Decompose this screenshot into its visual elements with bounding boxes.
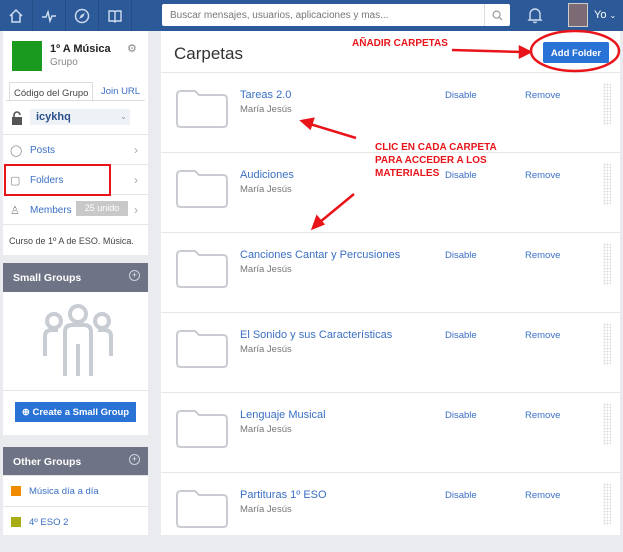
- other-groups-title: Other Groups: [13, 456, 82, 468]
- drag-handle-icon[interactable]: [603, 403, 611, 445]
- folder-icon[interactable]: [175, 89, 229, 129]
- folder-owner: María Jesús: [240, 344, 292, 355]
- group-name: 1º A Música: [50, 43, 111, 55]
- plus-circle-icon: ⊕: [21, 407, 33, 418]
- small-groups-panel: Small Groups + ⊕ Create a Small Group: [3, 263, 148, 435]
- home-icon[interactable]: [0, 0, 33, 31]
- remove-button[interactable]: Remove: [525, 90, 560, 101]
- remove-button[interactable]: Remove: [525, 330, 560, 341]
- folder-row[interactable]: Partituras 1º ESO María Jesús Disable Re…: [161, 472, 620, 552]
- members-count-badge: 25 unido: [76, 201, 128, 216]
- folder-name-link[interactable]: Lenguaje Musical: [240, 409, 326, 421]
- folder-owner: María Jesús: [240, 504, 292, 515]
- folder-owner: María Jesús: [240, 264, 292, 275]
- folder-row[interactable]: Canciones Cantar y Percusiones María Jes…: [161, 232, 620, 312]
- search-input[interactable]: Buscar mensajes, usuarios, aplicaciones …: [162, 4, 510, 26]
- user-menu[interactable]: Yo ⌄: [594, 9, 616, 21]
- drag-handle-icon[interactable]: [603, 243, 611, 285]
- folder-name-link[interactable]: Audiciones: [240, 169, 294, 181]
- folder-name-link[interactable]: Partituras 1º ESO: [240, 489, 327, 501]
- user-name: Yo: [594, 9, 607, 21]
- sidebar-item-posts[interactable]: ◯ Posts ›: [3, 134, 148, 164]
- code-tabs: Código del Grupo Join URL: [6, 82, 145, 102]
- chevron-right-icon: ›: [134, 203, 138, 217]
- folder-owner: María Jesús: [240, 104, 292, 115]
- other-groups-panel: Other Groups + Música día a día 4º ESO 2: [3, 447, 148, 535]
- add-folder-button[interactable]: Add Folder: [543, 42, 609, 63]
- disable-button[interactable]: Disable: [445, 490, 477, 501]
- disable-button[interactable]: Disable: [445, 330, 477, 341]
- annotation-add-folders: AÑADIR CARPETAS: [352, 38, 448, 49]
- search-icon[interactable]: [484, 4, 510, 26]
- avatar[interactable]: [568, 3, 588, 27]
- page-title: Carpetas: [174, 44, 243, 63]
- book-icon[interactable]: [99, 0, 132, 31]
- disable-button[interactable]: Disable: [445, 250, 477, 261]
- folder-icon[interactable]: [175, 489, 229, 529]
- chevron-down-icon[interactable]: ⌄: [117, 109, 130, 125]
- create-small-group-button[interactable]: ⊕ Create a Small Group: [15, 402, 136, 422]
- lock-icon: [11, 111, 23, 128]
- bell-icon[interactable]: [527, 6, 543, 27]
- small-groups-title: Small Groups: [13, 272, 82, 284]
- members-icon: ♙: [10, 205, 20, 217]
- drag-handle-icon[interactable]: [603, 483, 611, 525]
- gear-icon[interactable]: ⚙: [127, 42, 137, 55]
- folder-name-link[interactable]: Canciones Cantar y Percusiones: [240, 249, 400, 261]
- annotation-click-folder: CLIC EN CADA CARPETA PARA ACCEDER A LOS …: [375, 142, 497, 179]
- other-group-label: Música día a día: [29, 486, 99, 497]
- remove-button[interactable]: Remove: [525, 410, 560, 421]
- folder-name-link[interactable]: El Sonido y sus Características: [240, 329, 392, 341]
- sidebar-item-label: Members: [30, 205, 72, 216]
- divider: [3, 390, 148, 391]
- folder-icon[interactable]: [175, 329, 229, 369]
- folder-owner: María Jesús: [240, 424, 292, 435]
- disable-button[interactable]: Disable: [445, 90, 477, 101]
- add-small-group-icon[interactable]: +: [129, 270, 140, 281]
- folder-row[interactable]: El Sonido y sus Características María Je…: [161, 312, 620, 392]
- search-placeholder: Buscar mensajes, usuarios, aplicaciones …: [170, 10, 389, 21]
- remove-button[interactable]: Remove: [525, 490, 560, 501]
- people-icon: [43, 304, 113, 376]
- folder-owner: María Jesús: [240, 184, 292, 195]
- disable-button[interactable]: Disable: [445, 410, 477, 421]
- sidebar-item-label: Posts: [30, 145, 56, 156]
- group-color-swatch: [11, 486, 21, 496]
- add-group-icon[interactable]: +: [129, 454, 140, 465]
- drag-handle-icon[interactable]: [603, 163, 611, 205]
- folder-row[interactable]: Tareas 2.0 María Jesús Disable Remove: [161, 72, 620, 152]
- other-group-item[interactable]: Música día a día: [3, 475, 148, 506]
- other-group-item[interactable]: 4º ESO 2: [3, 506, 148, 537]
- remove-button[interactable]: Remove: [525, 170, 560, 181]
- small-groups-header: Small Groups +: [3, 263, 148, 292]
- top-nav-bar: Buscar mensajes, usuarios, aplicaciones …: [0, 0, 623, 31]
- group-avatar: [12, 41, 42, 71]
- group-description: Curso de 1º A de ESO. Música.: [9, 236, 134, 246]
- group-type: Grupo: [50, 57, 78, 68]
- activity-icon[interactable]: [33, 0, 66, 31]
- tab-join-url[interactable]: Join URL: [101, 86, 140, 97]
- folder-icon[interactable]: [175, 409, 229, 449]
- folder-icon[interactable]: [175, 249, 229, 289]
- group-color-swatch: [11, 517, 21, 527]
- chevron-right-icon: ›: [134, 173, 138, 187]
- highlight-box-folders: [4, 164, 111, 196]
- tab-group-code[interactable]: Código del Grupo: [9, 82, 94, 102]
- sidebar-item-members[interactable]: ♙ Members 25 unido ›: [3, 194, 148, 224]
- speech-bubble-icon: ◯: [10, 145, 23, 157]
- create-small-group-label: Create a Small Group: [32, 407, 130, 418]
- other-group-label: 4º ESO 2: [29, 517, 69, 528]
- other-groups-header: Other Groups +: [3, 447, 148, 476]
- folders-panel: Carpetas Add Folder Tareas 2.0 María Jes…: [161, 31, 620, 535]
- remove-button[interactable]: Remove: [525, 250, 560, 261]
- drag-handle-icon[interactable]: [603, 323, 611, 365]
- chevron-right-icon: ›: [134, 143, 138, 157]
- folder-row[interactable]: Lenguaje Musical María Jesús Disable Rem…: [161, 392, 620, 472]
- drag-handle-icon[interactable]: [603, 83, 611, 125]
- compass-icon[interactable]: [66, 0, 99, 31]
- group-code: icykhq: [30, 109, 120, 125]
- folder-name-link[interactable]: Tareas 2.0: [240, 89, 291, 101]
- folder-icon[interactable]: [175, 169, 229, 209]
- group-info-panel: 1º A Música Grupo ⚙ Código del Grupo Joi…: [3, 31, 148, 255]
